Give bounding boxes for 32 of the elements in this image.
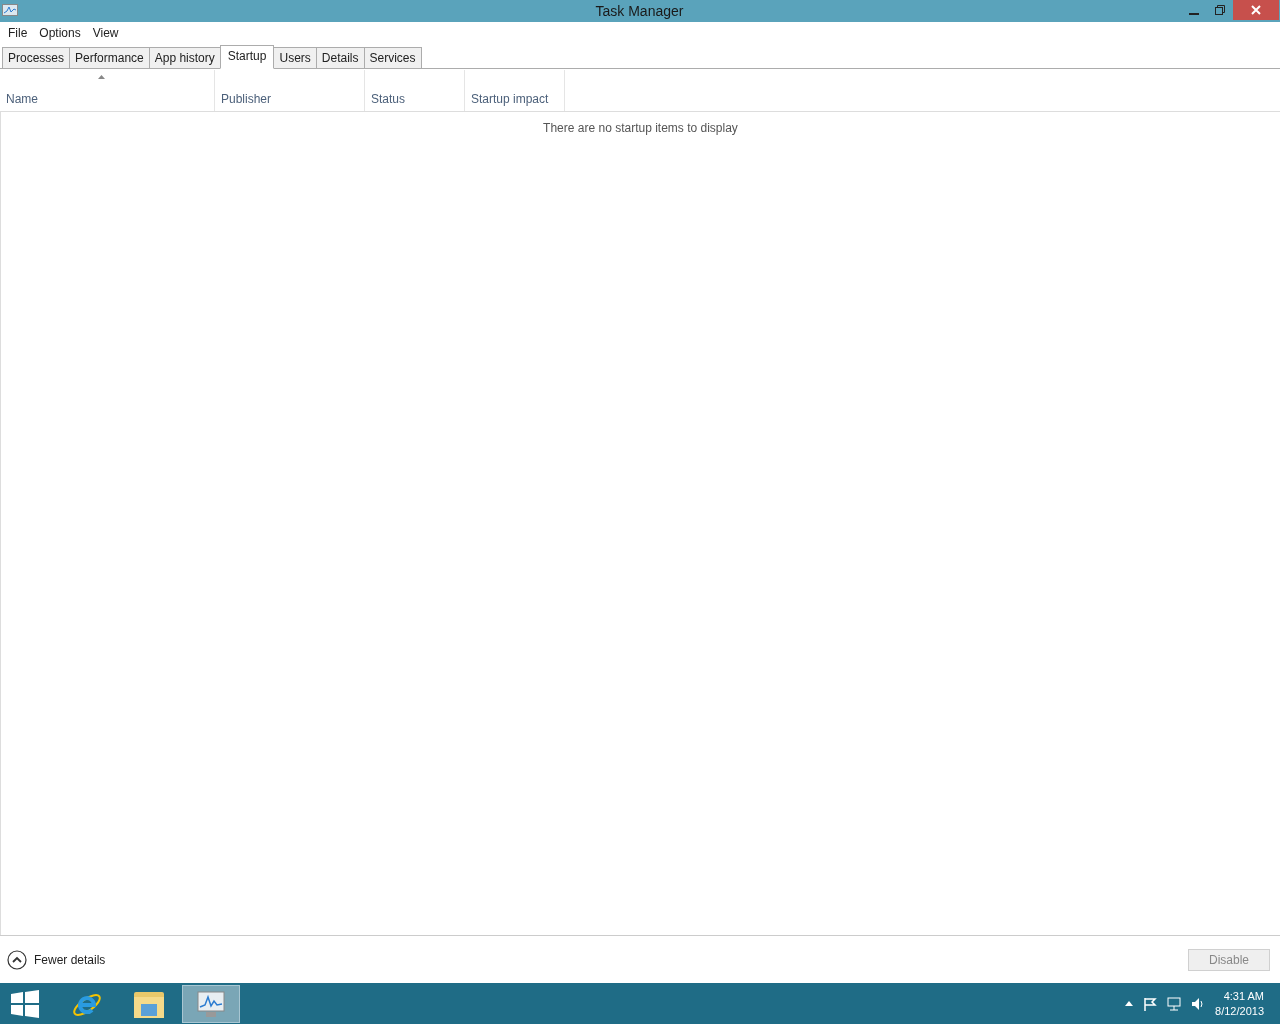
menu-item[interactable]: View bbox=[86, 26, 125, 40]
flag-icon[interactable] bbox=[1143, 996, 1158, 1011]
close-icon bbox=[1251, 5, 1261, 15]
empty-message: There are no startup items to display bbox=[542, 120, 739, 135]
network-icon[interactable] bbox=[1167, 996, 1182, 1011]
restore-icon bbox=[1215, 5, 1225, 15]
column-header[interactable]: Publisher bbox=[215, 70, 365, 111]
tab[interactable]: Details bbox=[315, 47, 365, 68]
tab[interactable]: Startup bbox=[219, 45, 275, 69]
menu-item[interactable]: Options bbox=[33, 26, 87, 40]
speaker-icon[interactable] bbox=[1191, 996, 1206, 1011]
menu-item[interactable]: File bbox=[2, 26, 34, 40]
sort-ascending-icon bbox=[98, 75, 105, 79]
app-icon bbox=[2, 4, 18, 18]
column-header[interactable]: Status bbox=[365, 70, 465, 111]
tab[interactable]: Services bbox=[363, 47, 422, 68]
caret-up-icon[interactable] bbox=[1125, 1001, 1134, 1006]
column-header[interactable]: Startup impact bbox=[465, 70, 565, 111]
column-header[interactable]: Name bbox=[0, 70, 215, 111]
fewer-details-toggle[interactable]: Fewer details bbox=[7, 949, 106, 970]
close-button[interactable] bbox=[1233, 0, 1279, 20]
collapse-chevron-icon bbox=[7, 949, 27, 970]
monitor-chart-icon bbox=[195, 988, 227, 1019]
tab[interactable]: Users bbox=[273, 47, 317, 68]
windows-logo-icon bbox=[11, 989, 39, 1018]
window-title: Task Manager bbox=[595, 3, 684, 19]
clock[interactable]: 4:31 AM 8/12/2013 bbox=[1215, 988, 1264, 1019]
tab[interactable]: App history bbox=[148, 47, 221, 68]
minimize-icon bbox=[1189, 13, 1199, 15]
tab[interactable]: Processes bbox=[2, 47, 71, 68]
taskbar-app-button[interactable] bbox=[182, 984, 240, 1023]
tab[interactable]: Performance bbox=[69, 47, 150, 68]
